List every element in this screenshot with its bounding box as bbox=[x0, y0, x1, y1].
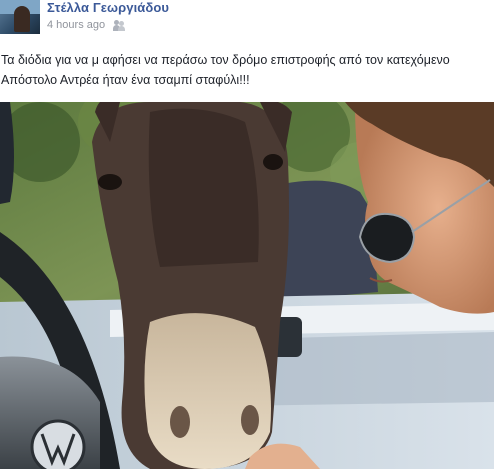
post-photo[interactable] bbox=[0, 102, 494, 469]
post-timestamp[interactable]: 4 hours ago bbox=[47, 19, 105, 31]
author-name[interactable]: Στέλλα Γεωργιάδου bbox=[47, 0, 169, 15]
donkey-muzzle bbox=[144, 313, 271, 469]
friends-icon[interactable] bbox=[113, 19, 126, 31]
author-avatar[interactable] bbox=[0, 0, 40, 34]
post-text: Τα διόδια για να μ αφήσει να περάσω τον … bbox=[1, 53, 450, 87]
post-meta: 4 hours ago bbox=[47, 18, 126, 32]
post-header: Στέλλα Γεωργιάδου 4 hours ago bbox=[0, 0, 494, 40]
avatar-figure bbox=[14, 6, 30, 32]
